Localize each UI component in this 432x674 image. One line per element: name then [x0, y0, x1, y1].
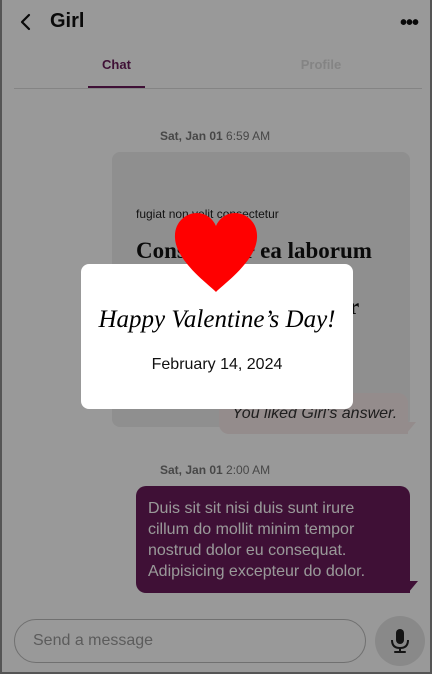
- modal-date: February 14, 2024: [151, 356, 283, 373]
- modal-title: Happy Valentine’s Day!: [98, 306, 336, 333]
- heart-icon: [174, 213, 258, 292]
